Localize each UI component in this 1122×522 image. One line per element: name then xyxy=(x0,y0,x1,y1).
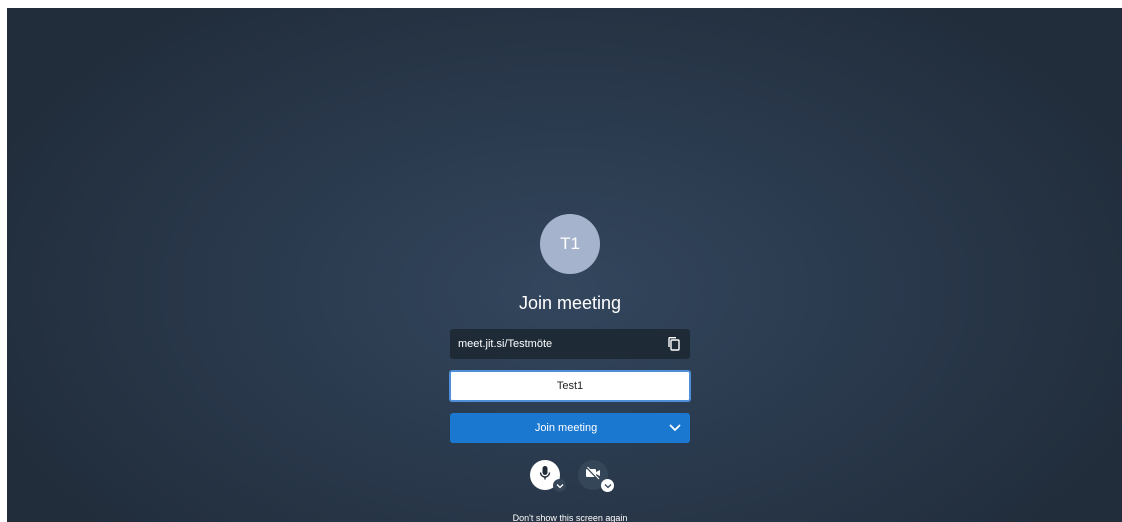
dont-show-again-option[interactable]: Don't show this screen again xyxy=(450,512,690,522)
microphone-icon xyxy=(538,465,552,486)
avatar-initials: T1 xyxy=(560,234,580,253)
camera-off-icon xyxy=(585,465,601,485)
microphone-options-chevron-down-icon[interactable] xyxy=(553,479,566,492)
avatar: T1 xyxy=(540,214,600,274)
join-meeting-label: Join meeting xyxy=(534,422,598,434)
display-name-input[interactable] xyxy=(449,370,691,402)
camera-options-chevron-down-icon[interactable] xyxy=(601,479,614,492)
page-title: Join meeting xyxy=(518,293,622,313)
join-options-chevron-down-icon[interactable] xyxy=(660,413,690,443)
copy-icon[interactable] xyxy=(666,336,682,352)
camera-toggle-button[interactable] xyxy=(578,460,614,492)
meeting-url-text: meet.jit.si/Testmöte xyxy=(458,338,553,350)
microphone-toggle-button[interactable] xyxy=(530,460,566,492)
prejoin-screen: T1 Join meeting meet.jit.si/Testmöte Joi… xyxy=(7,8,1122,522)
join-meeting-button[interactable]: Join meeting xyxy=(450,413,690,443)
meeting-url-box: meet.jit.si/Testmöte xyxy=(450,329,690,359)
